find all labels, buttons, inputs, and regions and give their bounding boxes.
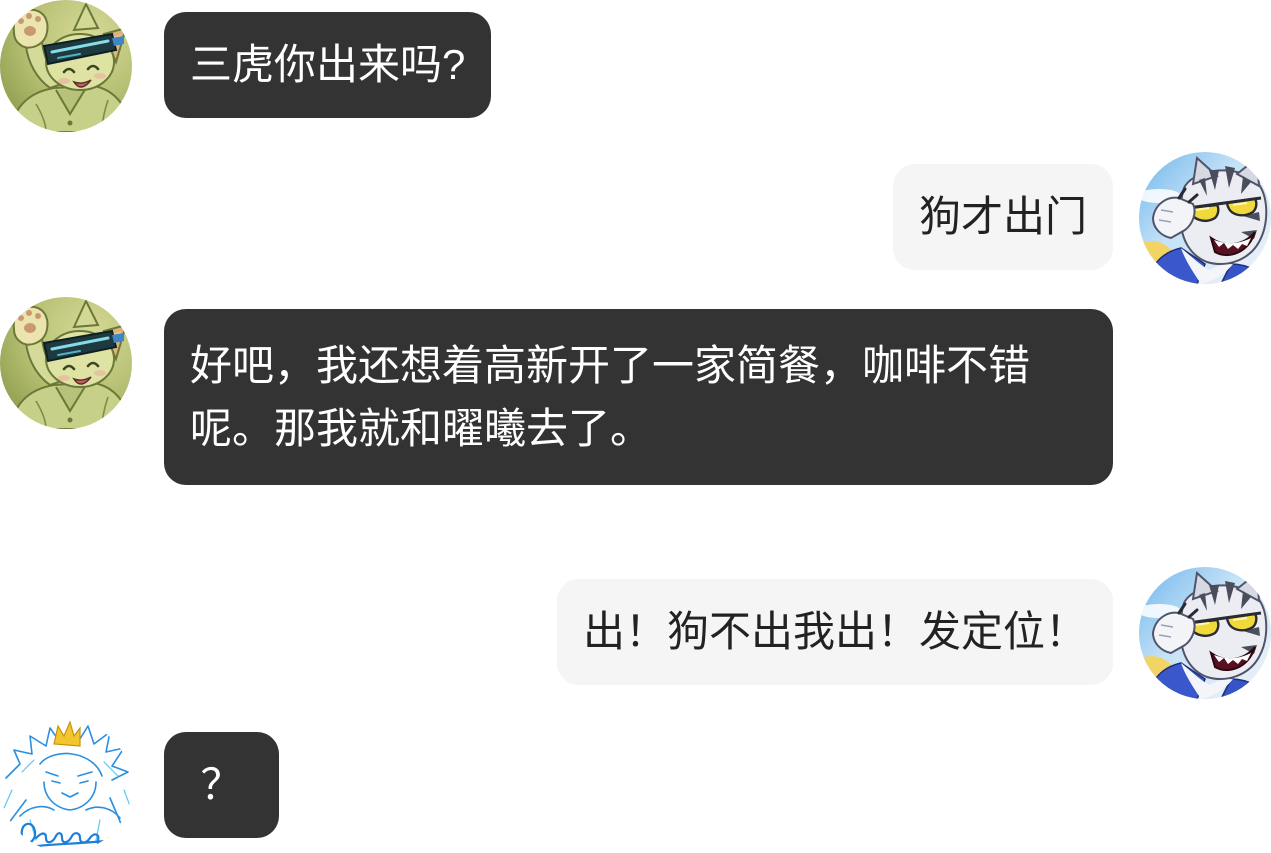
message-row: 狗才出门 [0,152,1271,284]
sender-avatar[interactable] [1139,567,1271,699]
message-bubble: 好吧，我还想着高新开了一家简餐，咖啡不错呢。那我就和曜曦去了。 [164,309,1113,485]
white-tiger-sunglasses-avatar-icon [1139,567,1271,699]
message-row: ？ [0,720,1271,852]
message-bubble: 出！狗不出我出！发定位！ [556,579,1113,685]
message-row: 好吧，我还想着高新开了一家简餐，咖啡不错呢。那我就和曜曦去了。 [0,297,1271,485]
sender-avatar[interactable] [1139,152,1271,284]
chat-thread: 三虎你出来吗? 狗才出门 好吧，我还想着高新开了一家简餐，咖啡不错呢。那我就和曜… [0,0,1271,853]
sender-avatar[interactable] [0,0,132,132]
blue-sketch-dragon-avatar-icon [0,720,132,852]
message-row: 出！狗不出我出！发定位！ [0,567,1271,699]
message-text: 狗才出门 [918,193,1087,240]
message-text: 三虎你出来吗? [190,41,466,88]
message-text: 好吧，我还想着高新开了一家简餐，咖啡不错呢。那我就和曜曦去了。 [190,342,1031,452]
sender-avatar[interactable] [0,297,132,429]
message-bubble: 三虎你出来吗? [164,12,492,118]
white-tiger-sunglasses-avatar-icon [1139,152,1271,284]
green-cat-goggles-avatar-icon [0,297,132,429]
message-row: 三虎你出来吗? [0,0,1271,132]
message-text: ？ [200,761,243,808]
green-cat-goggles-avatar-icon [0,0,132,132]
message-text: 出！狗不出我出！发定位！ [582,608,1087,655]
message-bubble: ？ [164,732,279,838]
message-bubble: 狗才出门 [892,164,1113,270]
sender-avatar[interactable] [0,720,132,852]
